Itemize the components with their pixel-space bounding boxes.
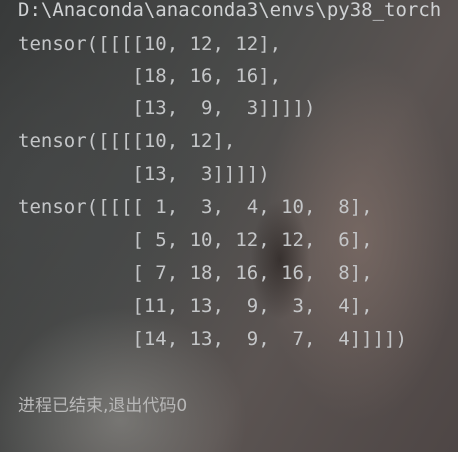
output-line: [13, 3]]]]) (18, 163, 270, 185)
output-line: tensor([[[[10, 12, 12], (18, 33, 282, 55)
process-exit-message: 进程已结束,退出代码0 (18, 396, 188, 416)
output-line: [14, 13, 9, 7, 4]]]]) (18, 328, 407, 350)
output-line: [18, 16, 16], (18, 65, 282, 87)
output-line: [ 5, 10, 12, 12, 6], (18, 229, 373, 251)
output-line: [11, 13, 9, 3, 4], (18, 295, 373, 317)
output-line: tensor([[[[10, 12], (18, 130, 236, 152)
interpreter-path: D:\Anaconda\anaconda3\envs\py38_torch (18, 0, 442, 21)
output-line: [ 7, 18, 16, 16, 8], (18, 262, 373, 284)
run-console[interactable]: D:\Anaconda\anaconda3\envs\py38_torch te… (0, 0, 458, 452)
output-line: [13, 9, 3]]]]) (18, 97, 316, 119)
output-line: tensor([[[[ 1, 3, 4, 10, 8], (18, 196, 373, 218)
